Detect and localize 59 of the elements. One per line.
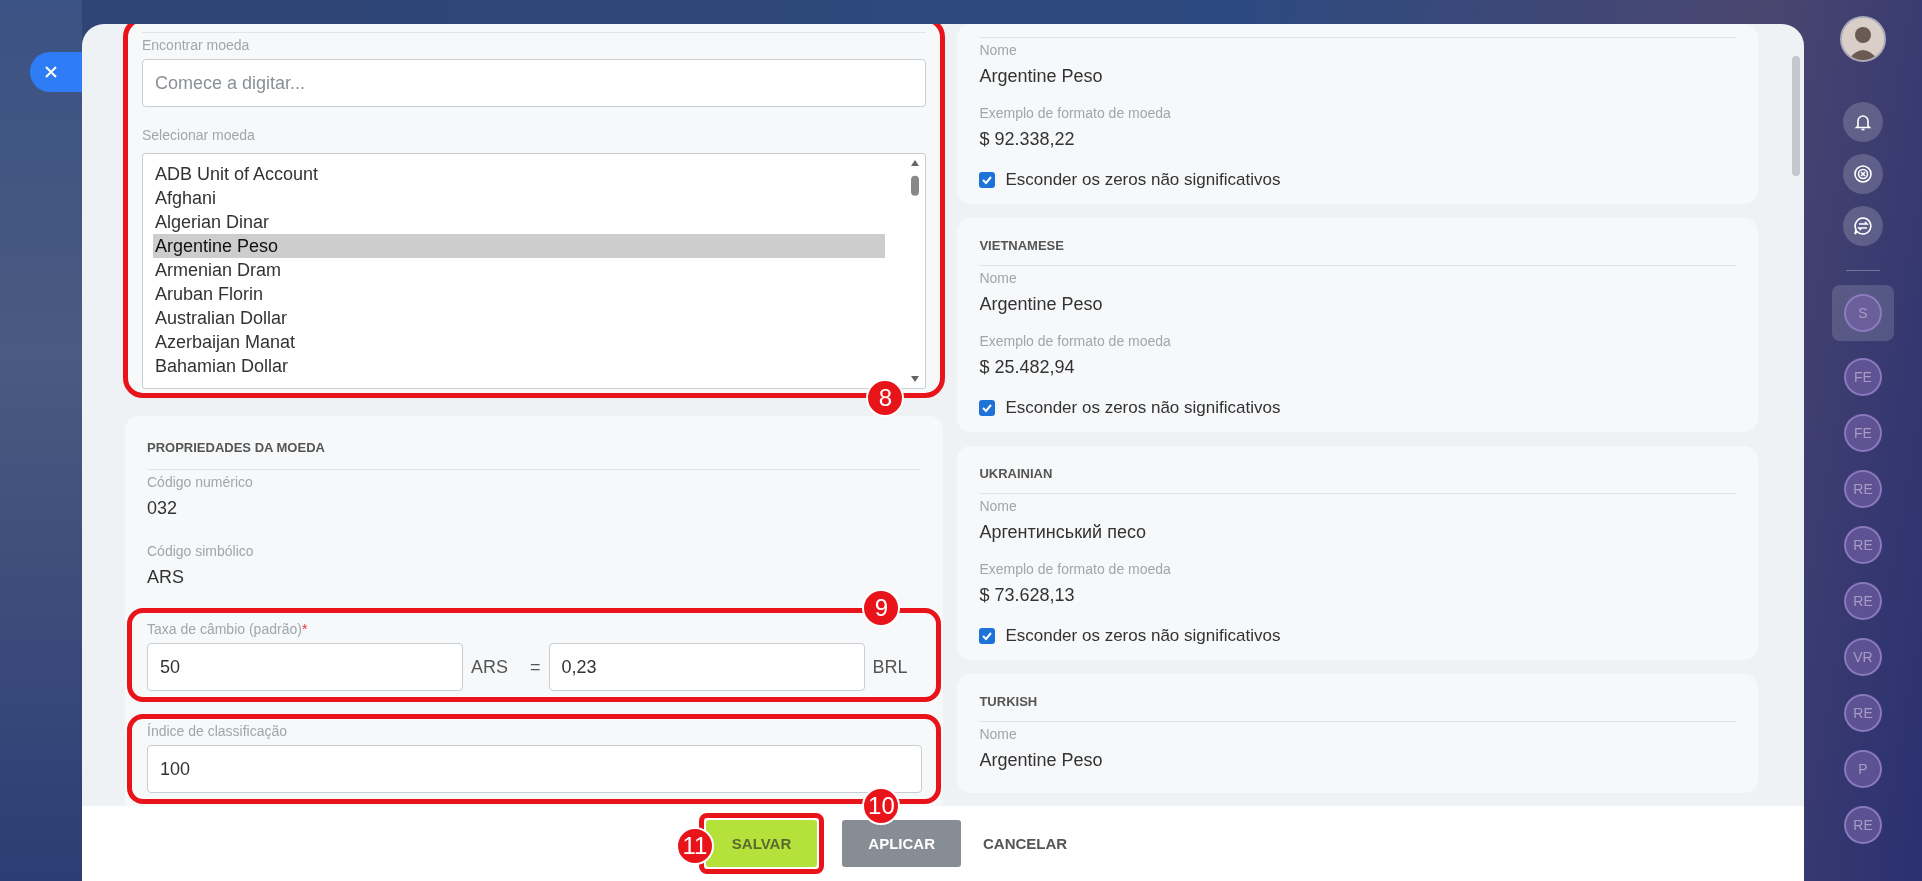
amount-field[interactable]: 50	[147, 643, 463, 691]
close-button[interactable]	[30, 52, 82, 92]
sort-index-field[interactable]: 100	[147, 745, 923, 793]
checkbox[interactable]	[979, 628, 996, 644]
field-value: $ 92.338,22	[979, 128, 1075, 151]
checkbox[interactable]	[979, 400, 996, 416]
scrollbar-thumb[interactable]	[1792, 56, 1800, 176]
checkbox-label: Esconder os zeros não significativos	[1005, 626, 1281, 646]
step-badge: 11	[675, 827, 714, 865]
field-label: Nome	[979, 269, 1017, 288]
field-label: Nome	[979, 497, 1017, 516]
step-badge: 9	[862, 589, 901, 627]
checkbox-label: Esconder os zeros não significativos	[1005, 170, 1281, 190]
field-value: Аргентинський песо	[979, 521, 1147, 544]
field-value: $ 25.482,94	[979, 356, 1075, 379]
list-option[interactable]: Bahamian Dollar	[153, 354, 886, 378]
cancel-button[interactable]: CANCELAR	[978, 820, 1072, 867]
step-badge: 8	[866, 379, 905, 417]
list-option[interactable]: ADB Unit of Account	[153, 162, 886, 186]
equals-sign: =	[529, 656, 542, 678]
list-option[interactable]: Argentine Peso	[153, 234, 886, 258]
field-value: Argentine Peso	[979, 65, 1103, 88]
field-label: Nome	[979, 41, 1017, 60]
currency-code: BRL	[871, 656, 909, 678]
currency-code: ARS	[470, 656, 509, 678]
section-title: UKRAINIAN	[979, 446, 1736, 494]
field-value: $ 73.628,13	[979, 584, 1075, 607]
list-option[interactable]: Algerian Dinar	[153, 210, 886, 234]
user-avatar[interactable]	[1840, 16, 1886, 62]
field-value: 032	[147, 497, 178, 520]
field-value: Argentine Peso	[979, 749, 1103, 772]
field-label: Exemplo de formato de moeda	[979, 560, 1171, 579]
field-label: Selecionar moeda	[142, 126, 255, 145]
list-option[interactable]: Afghani	[153, 186, 886, 210]
section-title: TURKISH	[979, 674, 1736, 722]
field-label: Código simbólico	[147, 542, 254, 561]
field-label: Exemplo de formato de moeda	[979, 332, 1171, 351]
close-icon	[44, 65, 58, 79]
list-option[interactable]: Aruban Florin	[153, 282, 886, 306]
search-field[interactable]: Comece a digitar...	[142, 59, 927, 107]
currency-listbox[interactable]: ADB Unit of Account Afghani Algerian Dinar Argentine Peso Armenian Dram Aruban Florin Australian Dollar Azerbaijan Manat Bahamian Dollar	[142, 153, 927, 389]
chat-arrows-icon[interactable]	[1843, 206, 1883, 246]
field-label: Código numérico	[147, 473, 253, 492]
field-label: Índice de classificação	[147, 722, 288, 741]
field-value: ARS	[147, 566, 184, 589]
list-option[interactable]: Australian Dollar	[153, 306, 886, 330]
field-label: Exemplo de formato de moeda	[979, 104, 1171, 123]
checkbox[interactable]	[979, 172, 996, 188]
field-label: Taxa de câmbio (padrão)*	[147, 620, 308, 639]
section-title: PROPRIEDADES DA MOEDA	[147, 416, 922, 470]
list-option[interactable]: Armenian Dram	[153, 258, 886, 282]
field-label: Encontrar moeda	[142, 36, 250, 55]
field-value: Argentine Peso	[979, 293, 1103, 316]
checkbox-label: Esconder os zeros não significativos	[1005, 398, 1281, 418]
field-label: Nome	[979, 725, 1017, 744]
rate-field[interactable]: 0,23	[548, 643, 865, 691]
bell-icon[interactable]	[1843, 102, 1883, 142]
list-option[interactable]: Azerbaijan Manat	[153, 330, 886, 354]
section-title: VIETNAMESE	[979, 218, 1736, 266]
